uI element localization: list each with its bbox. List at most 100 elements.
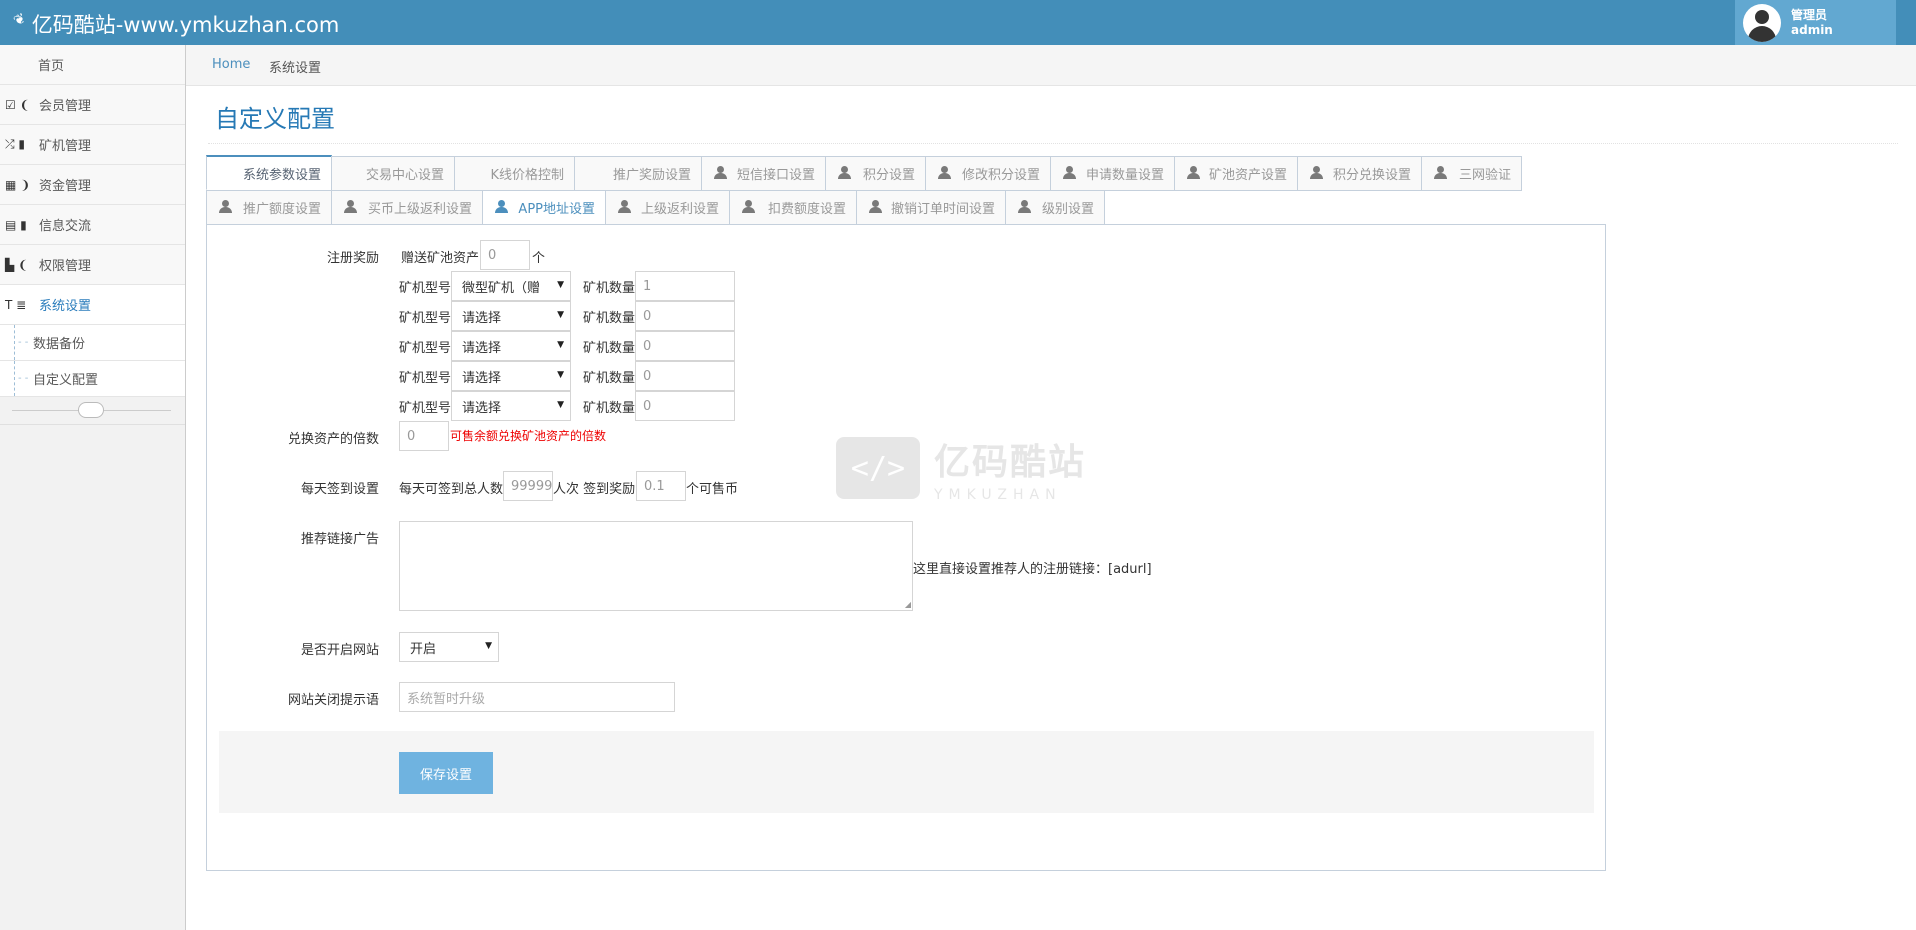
site-open-label: 是否开启网站 [300,643,379,658]
tab-cancel-order-time[interactable]: 撤销订单时间设置 [856,190,1006,225]
list-icon: ▤ ▮ [5,217,27,232]
user-icon [1434,166,1447,180]
brand-logo[interactable]: ❦ 亿码酷站-www.ymkuzhan.com [11,9,339,39]
sidebar-collapse-button[interactable] [78,402,104,418]
miner-count-input[interactable]: 0 [635,361,735,391]
checkin-reward-input[interactable]: 0.1 [636,471,686,501]
user-role: 管理员 [1791,7,1828,22]
sidebar-subitem-config[interactable]: - - 自定义配置 [0,361,185,397]
exchange-multiplier-input[interactable]: 0 [399,421,449,451]
tab-label: 修改积分设置 [961,168,1040,183]
tab-kline-price[interactable]: K线价格控制 [454,156,575,191]
tab-app-url[interactable]: APP地址设置 [482,190,606,225]
save-button[interactable]: 保存设置 [399,752,493,794]
miner-count-label: 矿机数量 [583,341,636,356]
tab-label: 推广奖励设置 [612,168,691,183]
user-icon [938,166,951,180]
tab-label: 上级返利设置 [640,202,719,217]
checkin-text-unit: 个可售币 [686,482,739,497]
miner-model-select[interactable]: 请选择 ▼ [451,391,571,421]
sidebar-item-system[interactable]: T ≣ 系统设置 [0,285,185,325]
sidebar-item-home[interactable]: 首页 [0,45,185,85]
sidebar-item-label: 矿机管理 [39,139,92,154]
tab-edit-points[interactable]: 修改积分设置 [925,156,1051,191]
tab-sms-api[interactable]: 短信接口设置 [701,156,826,191]
miner-model-select[interactable]: 微型矿机（赠 ▼ [451,271,571,301]
miner-count-input[interactable]: 1 [635,271,735,301]
tab-pool-assets[interactable]: 矿池资产设置 [1174,156,1298,191]
user-icon [1310,166,1323,180]
miner-count-label: 矿机数量 [583,281,636,296]
tab-system-params[interactable]: 系统参数设置 [206,155,332,190]
ad-textarea[interactable]: ◢ [399,521,913,611]
sidebar-item-miners[interactable]: ⤮ ▮ 矿机管理 [0,125,185,165]
checkin-total-input[interactable]: 99999 [503,471,553,501]
sidebar-item-members[interactable]: ☑ ❨ 会员管理 [0,85,185,125]
tab-promo-reward[interactable]: 推广奖励设置 [574,156,702,191]
miner-model-select[interactable]: 请选择 ▼ [451,301,571,331]
tab-points[interactable]: 积分设置 [825,156,926,191]
gift-assets-input[interactable]: 0 [480,240,530,270]
gift-unit: 个 [532,251,546,266]
breadcrumb-current: 系统设置 [269,61,322,76]
tab-upline-rebate[interactable]: 上级返利设置 [605,190,730,225]
tab-label: 买币上级返利设置 [367,202,472,217]
tab-label: 积分兑换设置 [1332,168,1411,183]
tab-trading-center[interactable]: 交易中心设置 [331,156,455,191]
tab-promo-quota[interactable]: 推广额度设置 [206,190,332,225]
resize-grip-icon[interactable]: ◢ [905,600,911,609]
tab-label: 推广额度设置 [242,202,321,217]
miner-model-label: 矿机型号 [399,341,452,356]
checkin-label: 每天签到设置 [300,482,379,497]
tab-three-net[interactable]: 三网验证 [1421,156,1522,191]
exchange-hint: 可售余额兑换矿池资产的倍数 [450,429,607,443]
watermark-name: 亿码酷站 [934,442,1087,483]
tab-label: APP地址设置 [518,202,595,217]
tab-label: 撤销订单时间设置 [890,202,995,217]
sidebar-item-messages[interactable]: ▤ ▮ 信息交流 [0,205,185,245]
miner-count-label: 矿机数量 [583,371,636,386]
user-name: admin [1791,22,1833,37]
user-icon [344,200,357,214]
tab-points-exchange[interactable]: 积分兑换设置 [1297,156,1422,191]
tab-apply-quantity[interactable]: 申请数量设置 [1050,156,1175,191]
close-msg-input[interactable]: 系统暂时升级 [399,682,675,712]
miner-count-input[interactable]: 0 [635,331,735,361]
user-icon [714,166,727,180]
tree-dash-icon: - - [18,373,29,384]
sidebar-subitem-backup[interactable]: - - 数据备份 [0,325,185,361]
tab-levels[interactable]: 级别设置 [1005,190,1105,225]
miner-model-select[interactable]: 请选择 ▼ [451,361,571,391]
leaf-icon: ❦ [11,10,29,30]
tab-label: 三网验证 [1458,168,1511,183]
miner-model-select[interactable]: 请选择 ▼ [451,331,571,361]
page-title: 自定义配置 [215,105,335,133]
user-icon [219,200,232,214]
miner-count-label: 矿机数量 [583,401,636,416]
sidebar-subitem-label: 自定义配置 [33,373,99,388]
close-msg-label: 网站关闭提示语 [287,693,379,708]
sidebar-item-funds[interactable]: ▦ ❩ 资金管理 [0,165,185,205]
miner-model-value: 请选择 [462,340,502,356]
tab-buy-rebate[interactable]: 买币上级返利设置 [331,190,483,225]
edit-icon: ☑ ❨ [5,97,30,112]
miner-count-input[interactable]: 0 [635,301,735,331]
exchange-label: 兑换资产的倍数 [287,432,379,447]
sidebar-item-label: 会员管理 [39,99,92,114]
tab-fee-quota[interactable]: 扣费额度设置 [729,190,857,225]
sidebar-item-permissions[interactable]: ▙ ❨ 权限管理 [0,245,185,285]
checkin-text-reward: 人次 签到奖励 [553,482,636,497]
breadcrumb-home-link[interactable]: Home [212,57,250,72]
user-icon [1187,166,1200,180]
sidebar: 首页 ☑ ❨ 会员管理 ⤮ ▮ 矿机管理 ▦ ❩ 资金管理 ▤ ▮ 信息交流 ▙… [0,45,186,930]
user-menu[interactable]: 管理员 admin [1735,0,1896,45]
sidebar-item-label: 资金管理 [39,179,92,194]
file-icon: ▙ ❨ [5,257,29,272]
tab-label: 交易中心设置 [365,168,444,183]
miner-count-input[interactable]: 0 [635,391,735,421]
sidebar-item-label: 权限管理 [39,259,92,274]
site-open-select[interactable]: 开启 ▼ [399,632,499,662]
user-icon [838,166,851,180]
random-icon: ⤮ ▮ [5,137,26,151]
ad-label: 推荐链接广告 [300,532,379,547]
